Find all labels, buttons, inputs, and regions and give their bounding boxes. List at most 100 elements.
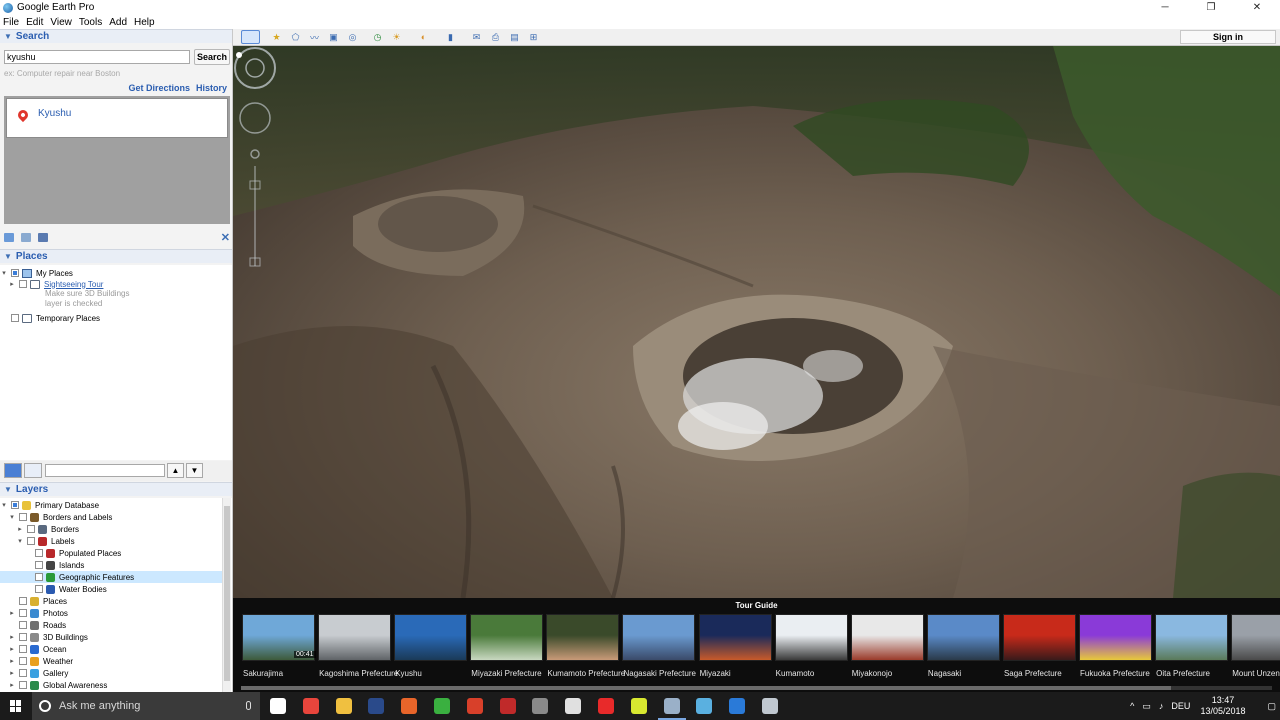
get-directions-link[interactable]: Get Directions bbox=[128, 83, 190, 93]
sign-in-button[interactable]: Sign in bbox=[1180, 30, 1276, 44]
tour-item[interactable]: Mount Unzen bbox=[1230, 614, 1280, 688]
sidebar-toggle-button[interactable] bbox=[241, 30, 260, 44]
tour-item[interactable]: Nagasaki Prefecture bbox=[621, 614, 697, 688]
menu-file[interactable]: File bbox=[3, 17, 19, 28]
checkbox[interactable] bbox=[19, 609, 27, 617]
sidebar-toggle-icon[interactable] bbox=[24, 463, 42, 478]
navigation-controls[interactable] bbox=[233, 46, 277, 276]
app-teal-icon[interactable] bbox=[696, 698, 713, 714]
tour-thumbnail-image[interactable] bbox=[1079, 614, 1153, 661]
layers-filter-input[interactable] bbox=[45, 464, 165, 477]
expand-icon[interactable]: ▸ bbox=[8, 657, 16, 665]
tour-item[interactable]: Miyakonojo bbox=[850, 614, 926, 688]
save-image-icon[interactable]: ▤ bbox=[507, 30, 522, 44]
historical-imagery-icon[interactable]: ◷ bbox=[370, 30, 385, 44]
result-label[interactable]: Kyushu bbox=[38, 108, 71, 119]
layer-item[interactable]: ▸ Ocean bbox=[0, 643, 67, 655]
layer-item[interactable]: ▸ 3D Buildings bbox=[0, 631, 88, 643]
image-overlay-icon[interactable]: ▣ bbox=[326, 30, 341, 44]
layer-item[interactable]: ▸ Photos bbox=[0, 607, 68, 619]
clear-results-icon[interactable]: ✕ bbox=[221, 231, 230, 244]
search-result-item[interactable]: Kyushu bbox=[6, 98, 228, 138]
save-to-places-icon[interactable] bbox=[4, 232, 14, 242]
tour-thumbnail-image[interactable] bbox=[1002, 614, 1076, 661]
tray-expand-icon[interactable]: ^ bbox=[1130, 701, 1134, 711]
language-indicator[interactable]: DEU bbox=[1171, 701, 1190, 711]
windows-start-icon[interactable] bbox=[10, 700, 22, 712]
task-view-icon[interactable] bbox=[270, 698, 286, 714]
layer-item[interactable]: Geographic Features bbox=[0, 571, 134, 583]
menu-help[interactable]: Help bbox=[134, 17, 155, 28]
layer-item[interactable]: ▸ Gallery bbox=[0, 667, 68, 679]
tour-item[interactable]: Miyazaki bbox=[698, 614, 774, 688]
app-gray-icon[interactable] bbox=[532, 698, 549, 714]
app-red-icon[interactable] bbox=[466, 698, 483, 714]
layer-item[interactable]: ▸ Weather bbox=[0, 655, 73, 667]
places-panel-header[interactable]: ▼ Places bbox=[0, 249, 232, 263]
layer-item[interactable]: ▾ Borders and Labels bbox=[0, 511, 112, 523]
email-icon[interactable]: ✉ bbox=[469, 30, 484, 44]
search-button[interactable]: Search bbox=[194, 49, 230, 65]
app-bug-icon[interactable] bbox=[499, 698, 516, 714]
tour-item[interactable]: Nagasaki bbox=[926, 614, 1002, 688]
placemark-icon[interactable]: ★ bbox=[269, 30, 284, 44]
taskbar-search[interactable]: Ask me anything bbox=[32, 692, 260, 720]
notifications-icon[interactable]: ▢ bbox=[1267, 701, 1276, 712]
menu-view[interactable]: View bbox=[50, 17, 72, 28]
tour-thumbnail-image[interactable] bbox=[1231, 614, 1280, 661]
tour-thumbnail-image[interactable] bbox=[394, 614, 468, 661]
tour-thumbnail-image[interactable] bbox=[774, 614, 848, 661]
checkbox[interactable] bbox=[19, 681, 27, 689]
record-tour-icon[interactable]: ◎ bbox=[345, 30, 360, 44]
checkbox[interactable] bbox=[19, 645, 27, 653]
view-in-maps-icon[interactable]: ⊞ bbox=[526, 30, 541, 44]
checkbox[interactable] bbox=[19, 669, 27, 677]
menu-edit[interactable]: Edit bbox=[26, 17, 43, 28]
tree-item-label[interactable]: Sightseeing Tour bbox=[44, 280, 103, 289]
tour-item[interactable]: Kyushu bbox=[393, 614, 469, 688]
maximize-button[interactable]: ❐ bbox=[1188, 0, 1234, 15]
print-icon[interactable] bbox=[38, 232, 48, 242]
layer-item[interactable]: Places bbox=[0, 595, 67, 607]
checkbox[interactable] bbox=[19, 513, 27, 521]
tour-thumbnail-image[interactable] bbox=[546, 614, 620, 661]
tour-item[interactable]: Kagoshima Prefecture bbox=[317, 614, 398, 688]
layer-item[interactable]: Populated Places bbox=[0, 547, 121, 559]
expand-icon[interactable]: ▾ bbox=[0, 501, 8, 509]
expand-icon[interactable]: ▸ bbox=[8, 669, 16, 677]
layer-item[interactable]: ▾ Primary Database bbox=[0, 499, 99, 511]
planets-icon[interactable]: ◐ bbox=[416, 30, 431, 44]
search-layers-icon[interactable] bbox=[4, 463, 22, 478]
copy-icon[interactable] bbox=[21, 232, 31, 242]
expand-icon[interactable]: ▸ bbox=[8, 681, 16, 689]
tour-thumbnail-image[interactable] bbox=[318, 614, 392, 661]
layer-item[interactable]: Roads bbox=[0, 619, 66, 631]
menu-tools[interactable]: Tools bbox=[79, 17, 102, 28]
microphone-icon[interactable] bbox=[246, 701, 251, 710]
print-icon[interactable]: ⎙ bbox=[488, 30, 503, 44]
history-link[interactable]: History bbox=[196, 83, 227, 93]
google-earth-icon[interactable] bbox=[657, 698, 686, 720]
layer-item[interactable]: Islands bbox=[0, 559, 84, 571]
path-icon[interactable]: 〰 bbox=[307, 30, 322, 44]
expand-icon[interactable]: ▸ bbox=[16, 525, 24, 533]
expand-icon[interactable]: ▾ bbox=[8, 513, 16, 521]
checkbox[interactable] bbox=[27, 525, 35, 533]
search-input[interactable]: kyushu bbox=[4, 50, 190, 64]
checkbox[interactable] bbox=[11, 269, 19, 277]
app-g-icon[interactable] bbox=[630, 698, 647, 714]
checkbox[interactable] bbox=[35, 573, 43, 581]
clock[interactable]: 13:47 13/05/2018 bbox=[1200, 695, 1245, 717]
tour-item[interactable]: Saga Prefecture bbox=[1002, 614, 1078, 688]
tour-thumbnail-image[interactable] bbox=[926, 614, 1000, 661]
tour-scrollbar[interactable] bbox=[241, 686, 1272, 690]
search-panel-header[interactable]: ▼ Search bbox=[0, 29, 232, 43]
tour-thumbnail-image[interactable] bbox=[622, 614, 696, 661]
layers-scrollbar[interactable] bbox=[222, 498, 231, 692]
expand-icon[interactable]: ▾ bbox=[0, 269, 8, 277]
layer-item[interactable]: Water Bodies bbox=[0, 583, 107, 595]
tour-thumbnail-image[interactable] bbox=[698, 614, 772, 661]
app-monitor-icon[interactable] bbox=[762, 698, 778, 714]
checkbox[interactable] bbox=[11, 314, 19, 322]
tour-thumbnail-image[interactable] bbox=[850, 614, 924, 661]
